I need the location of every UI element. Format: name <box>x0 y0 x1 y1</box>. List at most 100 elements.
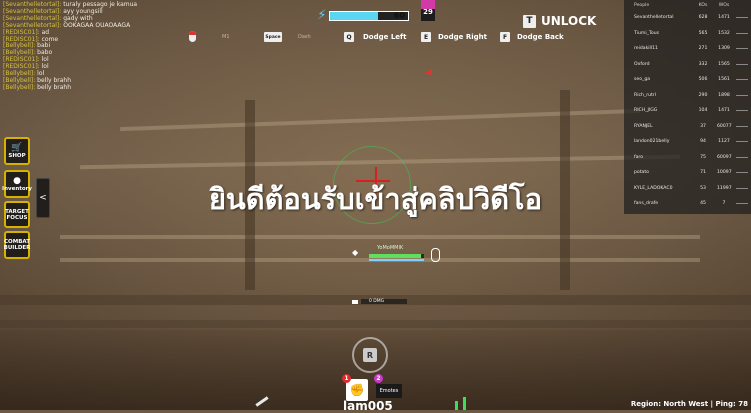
special-meter: 29 <box>421 0 435 21</box>
row-wos: 1532 <box>718 30 730 36</box>
lightning-icon: ⚡ <box>317 8 327 23</box>
leaderboard-header: People KOs WOs <box>624 0 751 11</box>
row-kos: 94 <box>700 139 706 144</box>
leaderboard-row[interactable]: faro 75 60097 <box>624 152 751 163</box>
row-name: faro <box>634 154 644 160</box>
row-kos: 75 <box>700 154 706 160</box>
fist-icon[interactable]: ✊ <box>346 379 368 401</box>
signal-bar <box>455 401 458 410</box>
m1-label: M1 <box>222 34 230 40</box>
counter-label: 0 DMG <box>361 299 407 304</box>
leaderboard-row[interactable]: Oxford 332 1565 <box>624 59 751 70</box>
row-name: seo_ga <box>634 77 651 82</box>
energy-fill <box>330 11 379 20</box>
row-wos: 1565 <box>718 61 730 67</box>
row-name: RICH_JIGG <box>634 108 658 113</box>
chat-log: [Sevanthelletortal]: turaly pessago je k… <box>3 1 137 92</box>
row-wos: 60097 <box>717 154 732 160</box>
counter-icon <box>352 299 358 304</box>
row-divider <box>736 17 748 18</box>
row-divider <box>736 172 748 173</box>
leaderboard-row[interactable]: Rich_rutrl 290 1898 <box>624 90 751 101</box>
dash-label: Dash <box>298 34 311 40</box>
chat-text: belly brahh <box>37 83 72 91</box>
row-divider <box>736 156 748 158</box>
row-wos: 10097 <box>717 170 732 175</box>
row-name: Sevanthelletortal <box>634 15 674 20</box>
player-stamina-bar <box>369 259 424 261</box>
row-kos: 506 <box>698 77 708 82</box>
row-wos: 1309 <box>718 46 730 51</box>
dodge-right-label: Dodge Right <box>438 33 487 41</box>
row-divider <box>736 125 748 127</box>
row-divider <box>736 32 748 34</box>
row-divider <box>736 94 748 96</box>
leaderboard-row[interactable]: Sevanthelletortal 628 1471 <box>624 12 751 23</box>
row-wos: 60077 <box>717 123 732 129</box>
signal-bar <box>463 397 466 410</box>
mouse-icon <box>431 248 440 262</box>
unlock-label: UNLOCK <box>541 14 597 28</box>
row-kos: 37 <box>700 123 706 129</box>
row-name: Rich_rutrl <box>634 92 656 98</box>
energy-value: 60 <box>393 10 405 20</box>
video-caption: ยินดีต้อนรับเข้าสู่คลิปวิดีโอ <box>208 182 543 216</box>
leaderboard-row[interactable]: RYANJEL 37 60077 <box>624 121 751 132</box>
row-name: Oxford <box>634 61 650 67</box>
r-key: R <box>363 348 377 362</box>
f-key: F <box>500 32 510 42</box>
row-wos: 1561 <box>718 77 730 82</box>
row-kos: 332 <box>698 61 708 67</box>
t-key: T <box>523 14 536 28</box>
player-name: YoMoMMIK <box>377 245 404 251</box>
row-name: landon021belly <box>634 139 670 144</box>
row-kos: 271 <box>698 46 708 51</box>
combat-builder-label: COMBAT BUILDER <box>3 239 31 251</box>
combat-builder-button[interactable]: COMBAT BUILDER <box>4 231 30 259</box>
ring-rope <box>60 235 700 239</box>
leaderboard-row[interactable]: seo_ga 506 1561 <box>624 74 751 85</box>
space-key: Space <box>264 32 282 42</box>
ability-r-button[interactable]: R <box>352 337 388 373</box>
chat-author: [Bellybell]: <box>3 83 36 91</box>
slot-badge-2: 2 <box>374 374 383 383</box>
bottom-player-name: lam005 <box>343 399 393 413</box>
leaderboard-row[interactable]: Tiumi_Tous 565 1532 <box>624 28 751 39</box>
row-wos: 1127 <box>718 139 730 144</box>
player-health-bar <box>369 254 424 258</box>
row-name: Tiumi_Tous <box>634 30 660 36</box>
damage-counter: 0 DMG <box>352 299 407 304</box>
row-wos: 1898 <box>718 92 730 98</box>
leaderboard-row[interactable]: RICH_JIGG 104 1471 <box>624 105 751 116</box>
stamina-fill <box>369 259 424 261</box>
health-fill <box>369 254 422 258</box>
leaderboard-row[interactable]: landon021belly 94 1127 <box>624 136 751 147</box>
row-wos: 1471 <box>718 15 730 20</box>
energy-bar: 60 <box>329 10 409 21</box>
row-divider <box>736 63 748 65</box>
cart-icon: 🛒 <box>11 143 23 153</box>
row-name: potato <box>634 170 649 175</box>
leaderboard-row[interactable]: reidakill11 271 1309 <box>624 43 751 54</box>
unlock-button[interactable]: T UNLOCK <box>523 14 596 28</box>
mouse-icon <box>189 31 196 42</box>
shop-button[interactable]: 🛒 SHOP <box>4 137 30 165</box>
row-divider <box>736 79 748 80</box>
q-key: Q <box>344 32 354 42</box>
chat-text: OOKAGAA OUAOAAGA <box>63 21 131 29</box>
region-ping-status: Region: North West | Ping: 78 <box>630 400 748 408</box>
dodge-back-label: Dodge Back <box>517 33 564 41</box>
emotes-button[interactable]: Emotes <box>376 384 402 398</box>
row-name: reidakill11 <box>634 46 658 51</box>
row-kos: 565 <box>698 30 708 36</box>
row-kos: 104 <box>698 108 708 113</box>
e-key: E <box>421 32 431 42</box>
shop-label: SHOP <box>8 153 26 159</box>
row-kos: 71 <box>700 170 706 175</box>
ring-fence <box>0 320 751 328</box>
header-kos: KOs <box>698 3 708 8</box>
slot-badge-1: 1 <box>342 374 351 383</box>
row-kos: 628 <box>698 15 708 20</box>
row-wos: 1471 <box>718 108 730 113</box>
row-divider <box>736 141 748 142</box>
